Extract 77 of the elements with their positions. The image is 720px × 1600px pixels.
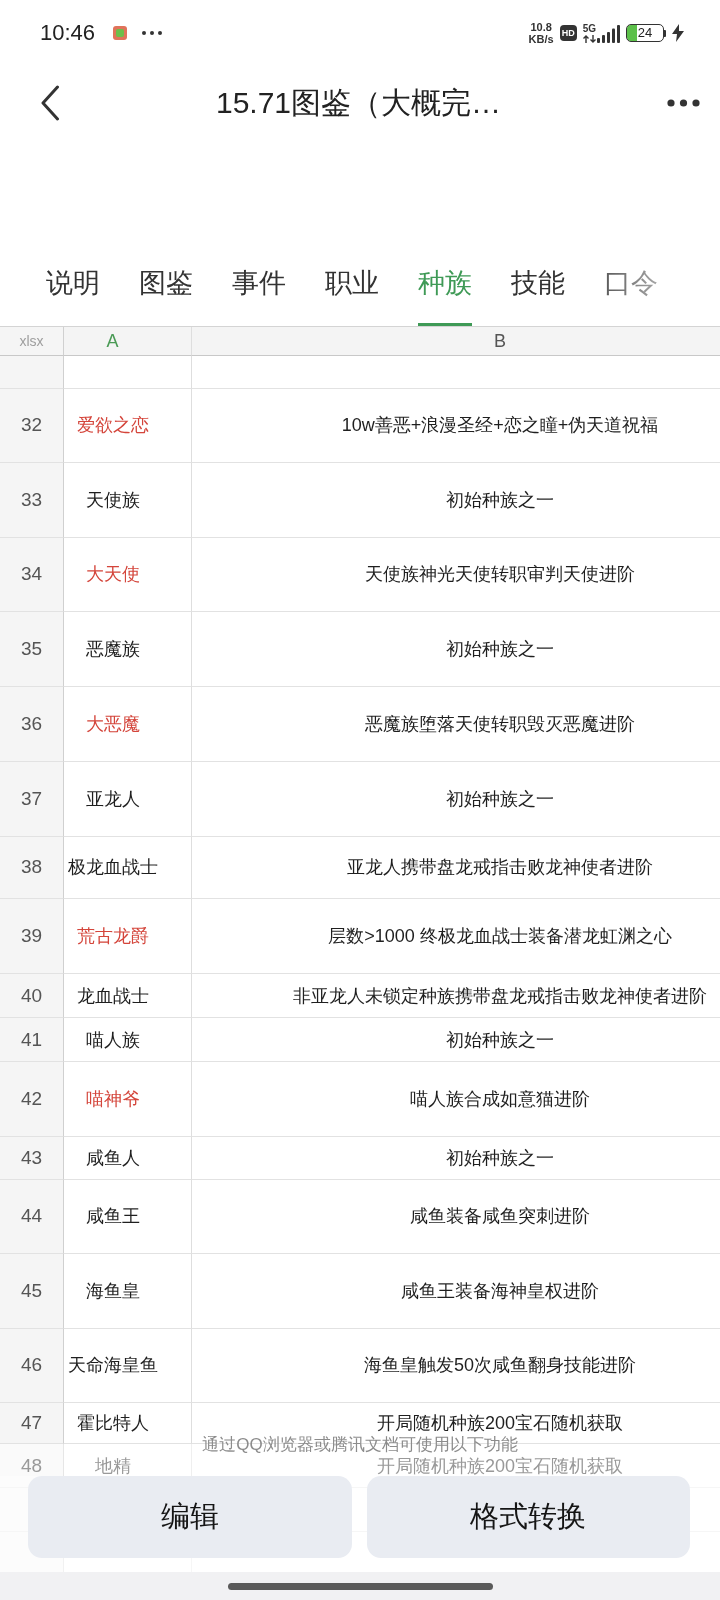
row-header[interactable]: 32 [0, 388, 64, 463]
race-description: 开局随机种族200宝石随机获取 [376, 1413, 623, 1433]
row-header[interactable]: 39 [0, 898, 64, 974]
network-type-label: 5G [582, 23, 596, 34]
row-header[interactable]: 45 [0, 1254, 64, 1329]
tab[interactable]: 事件 [232, 240, 286, 326]
back-icon[interactable] [40, 85, 60, 121]
row-header[interactable]: 35 [0, 612, 64, 687]
row-header[interactable]: 34 [0, 537, 64, 612]
more-icon[interactable] [667, 99, 700, 107]
race-name: 咸鱼人 [85, 1147, 140, 1168]
tab[interactable]: 口令 [604, 240, 658, 326]
row-header[interactable]: 33 [0, 463, 64, 538]
edit-button[interactable]: 编辑 [28, 1476, 352, 1558]
tab[interactable]: 说明 [46, 240, 100, 326]
race-description: 10w善恶+浪漫圣经+恋之瞳+伪天道祝福 [341, 415, 659, 436]
race-name: 荒古龙爵 [76, 925, 149, 946]
file-type-label: xlsx [0, 327, 64, 356]
race-description: 咸鱼装备咸鱼突刺进阶 [410, 1206, 590, 1227]
row-header[interactable]: 40 [0, 974, 64, 1018]
race-description: 咸鱼王装备海神皇权进阶 [401, 1280, 599, 1301]
column-header[interactable]: B [192, 327, 720, 356]
data-arrows-icon [582, 34, 596, 43]
page-title: 15.71图鉴（大概完… [215, 84, 502, 121]
race-description: 初始种族之一 [446, 788, 554, 809]
format-convert-button[interactable]: 格式转换 [366, 1476, 690, 1558]
race-name: 恶魔族 [85, 638, 140, 659]
race-name: 龙血战士 [76, 985, 149, 1006]
tab[interactable]: 种族 [418, 240, 472, 326]
row-header[interactable]: 42 [0, 1062, 64, 1137]
race-name: 海鱼皇 [85, 1280, 140, 1301]
race-description: 海鱼皇触发50次咸鱼翻身技能进阶 [364, 1355, 636, 1376]
tab[interactable]: 图鉴 [139, 240, 193, 326]
race-description: 初始种族之一 [446, 489, 554, 510]
overflow-dots-icon [142, 31, 163, 35]
app-notification-icon [113, 26, 128, 40]
row-header[interactable]: 47 [0, 1403, 64, 1444]
race-description: 初始种族之一 [446, 638, 554, 659]
row-header[interactable]: 46 [0, 1328, 64, 1403]
signal-icon [597, 24, 620, 43]
hd-badge: HD [559, 25, 577, 41]
race-name: 地精 [94, 1455, 131, 1476]
race-description: 非亚龙人未锁定种族携带盘龙戒指击败龙神使者进阶 [293, 985, 707, 1006]
network-speed-value: 10.8 [530, 21, 552, 33]
race-name: 极龙血战士 [67, 857, 158, 877]
tab[interactable]: 技能 [511, 240, 565, 326]
race-name: 大天使 [85, 564, 140, 585]
charging-icon [672, 24, 684, 42]
row-header[interactable]: 44 [0, 1179, 64, 1254]
race-name: 喵人族 [85, 1029, 140, 1050]
race-name: 爱欲之恋 [76, 415, 149, 436]
row-header[interactable]: 41 [0, 1018, 64, 1062]
status-time: 10:46 [40, 20, 96, 46]
race-description: 层数>1000 终极龙血战士装备潜龙虹渊之心 [328, 925, 672, 946]
race-description: 天使族神光天使转职审判天使进阶 [365, 564, 635, 585]
row-header[interactable]: 38 [0, 836, 64, 899]
row-header[interactable]: 37 [0, 762, 64, 837]
race-name: 天命海皇鱼 [67, 1355, 158, 1376]
action-hint: 通过QQ浏览器或腾讯文档可使用以下功能 [202, 1435, 518, 1455]
race-description: 初始种族之一 [446, 1147, 554, 1168]
row-header[interactable]: 36 [0, 686, 64, 762]
race-name: 大恶魔 [85, 713, 140, 734]
race-name: 天使族 [85, 489, 140, 510]
home-indicator[interactable] [227, 1582, 493, 1590]
race-description: 喵人族合成如意猫进阶 [410, 1088, 590, 1109]
race-name: 亚龙人 [85, 788, 140, 809]
race-description: 恶魔族堕落天使转职毁灭恶魔进阶 [365, 713, 635, 734]
row-header[interactable]: 43 [0, 1136, 64, 1180]
race-description: 初始种族之一 [446, 1029, 554, 1050]
race-description: 开局随机种族200宝石随机获取 [376, 1455, 623, 1476]
network-speed-unit: KB/s [528, 33, 554, 45]
race-name: 咸鱼王 [85, 1206, 140, 1227]
tab[interactable]: 职业 [325, 240, 379, 326]
battery-indicator: 24 [626, 24, 666, 42]
race-name: 霍比特人 [76, 1413, 149, 1433]
race-name: 喵神爷 [85, 1088, 140, 1109]
race-description: 亚龙人携带盘龙戒指击败龙神使者进阶 [347, 857, 653, 877]
